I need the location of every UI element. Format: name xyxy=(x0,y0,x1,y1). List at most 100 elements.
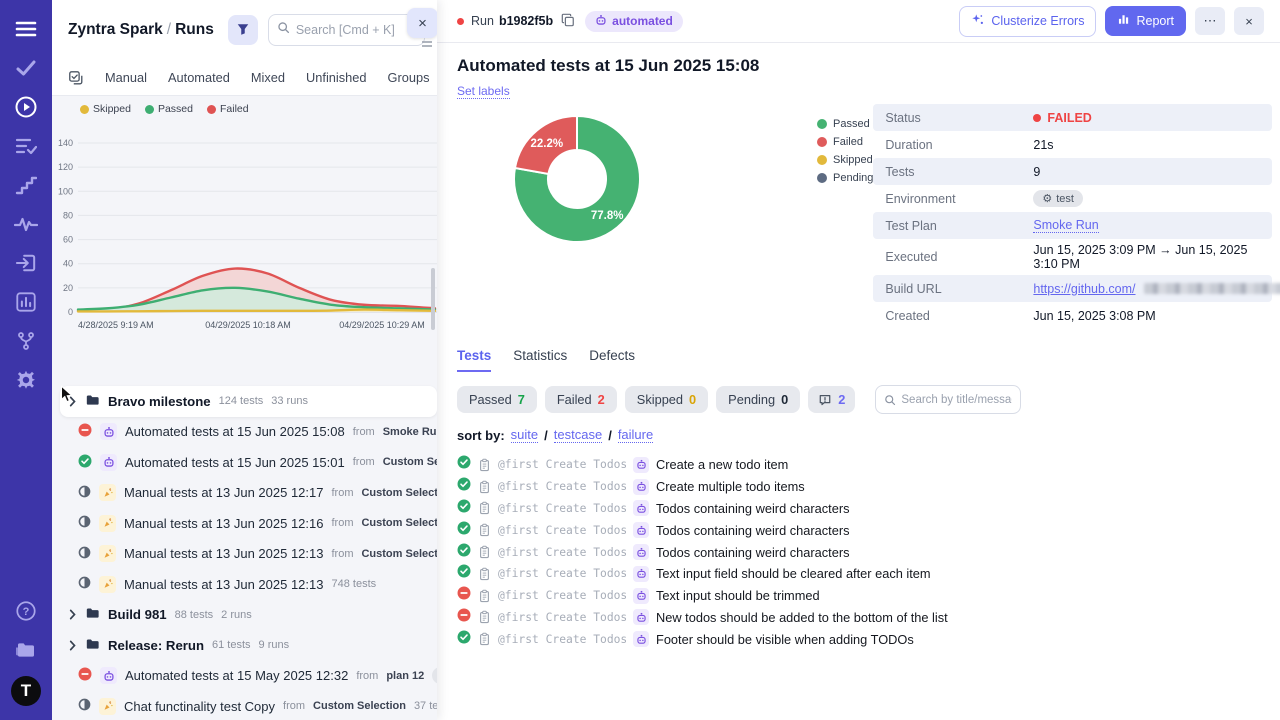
passed-status-icon xyxy=(457,477,471,496)
donut-legend-item-failed[interactable]: Failed xyxy=(817,136,873,148)
sort-by-failure[interactable]: failure xyxy=(618,427,653,443)
tests-search-input[interactable] xyxy=(901,394,1012,406)
svg-text:40: 40 xyxy=(63,259,73,269)
runs-group-row[interactable]: Release: Rerun61 tests9 runs xyxy=(52,630,437,661)
run-row-title: Automated tests at 15 Jun 2025 15:08 xyxy=(125,424,345,439)
detail-row-created: CreatedJun 15, 2025 3:08 PM xyxy=(873,302,1272,329)
donut-legend-item-passed[interactable]: Passed xyxy=(817,118,873,130)
tab-defects[interactable]: Defects xyxy=(589,348,635,372)
run-from-label: from xyxy=(356,670,378,682)
test-row[interactable]: @first Create Todos...New todos should b… xyxy=(457,607,1262,629)
report-button[interactable]: Report xyxy=(1105,6,1186,36)
panel-resize-icon[interactable] xyxy=(422,41,432,47)
set-labels-link[interactable]: Set labels xyxy=(457,84,510,99)
projects-icon[interactable] xyxy=(13,637,39,663)
menu-icon[interactable] xyxy=(13,16,39,42)
chip-label: Skipped xyxy=(637,392,683,407)
sort-by-testcase[interactable]: testcase xyxy=(554,427,602,443)
group-name: Build 981 xyxy=(108,607,167,622)
test-plans-icon[interactable] xyxy=(13,133,39,159)
test-row[interactable]: @first Create Todos...Text input should … xyxy=(457,585,1262,607)
select-runs-icon[interactable] xyxy=(68,70,84,86)
run-status-dot xyxy=(457,18,464,25)
sort-by-suite[interactable]: suite xyxy=(511,427,538,443)
filter-chip-passed[interactable]: Passed7 xyxy=(457,386,537,413)
project-name[interactable]: Zyntra Spark xyxy=(68,21,163,38)
run-row[interactable]: Chat functinality test CopyfromCustom Se… xyxy=(52,691,437,720)
filter-chip-failed[interactable]: Failed2 xyxy=(545,386,617,413)
detail-label: Duration xyxy=(885,138,1033,152)
legend-item-failed[interactable]: Failed xyxy=(207,103,249,115)
filter-button[interactable] xyxy=(228,15,258,45)
tab-tests[interactable]: Tests xyxy=(457,348,491,372)
group-meta: 9 runs xyxy=(259,639,290,651)
run-row[interactable]: Manual tests at 13 Jun 2025 12:13748 tes… xyxy=(52,569,437,600)
confetti-icon xyxy=(99,484,116,501)
build-url-link[interactable]: https://github.com/ xyxy=(1033,282,1135,296)
test-row[interactable]: @first Create Todos...Create a new todo … xyxy=(457,454,1262,476)
runs-tab-manual[interactable]: Manual xyxy=(105,70,147,85)
help-icon[interactable]: ? xyxy=(13,598,39,624)
panel-close-button[interactable]: × xyxy=(407,8,437,38)
runs-group-row[interactable]: Bravo milestone124 tests33 runs xyxy=(60,386,437,417)
run-row[interactable]: Manual tests at 13 Jun 2025 12:13fromCus… xyxy=(52,539,437,570)
test-row[interactable]: @first Create Todos...Todos containing w… xyxy=(457,541,1262,563)
app-logo[interactable]: T xyxy=(11,676,41,706)
run-from-label: from xyxy=(331,487,353,499)
settings-icon[interactable] xyxy=(13,367,39,393)
in-progress-status-icon xyxy=(78,515,91,531)
chip-label: Passed xyxy=(469,392,512,407)
runs-group-row[interactable]: Build 98188 tests2 runs xyxy=(52,600,437,631)
robot-icon xyxy=(633,457,649,473)
run-row[interactable]: Manual tests at 13 Jun 2025 12:17fromCus… xyxy=(52,478,437,509)
environment-badge[interactable]: ⚙test xyxy=(1033,190,1083,207)
branches-icon[interactable] xyxy=(13,328,39,354)
detail-value: Jun 15, 2025 3:08 PM xyxy=(1033,309,1155,323)
scrollbar-thumb[interactable] xyxy=(431,268,435,330)
run-from-value: Custom Selection xyxy=(383,456,437,468)
tab-statistics[interactable]: Statistics xyxy=(513,348,567,372)
runs-tab-mixed[interactable]: Mixed xyxy=(251,70,285,85)
test-row[interactable]: @first Create Todos...Text input field s… xyxy=(457,563,1262,585)
in-progress-status-icon xyxy=(78,546,91,562)
close-run-button[interactable]: × xyxy=(1234,7,1264,35)
run-row[interactable]: Automated tests at 15 May 2025 12:32from… xyxy=(52,661,437,692)
donut-legend-item-skipped[interactable]: Skipped xyxy=(817,154,873,166)
runs-search-input[interactable] xyxy=(296,23,416,37)
run-row[interactable]: Automated tests at 15 Jun 2025 15:08from… xyxy=(52,417,437,448)
runs-tab-automated[interactable]: Automated xyxy=(168,70,230,85)
test-row[interactable]: @first Create Todos...Footer should be v… xyxy=(457,628,1262,650)
donut-legend-item-pending[interactable]: Pending xyxy=(817,172,873,184)
confetti-icon xyxy=(99,576,116,593)
milestones-icon[interactable] xyxy=(13,172,39,198)
copy-run-id-button[interactable] xyxy=(561,13,575,30)
test-plan-link[interactable]: Smoke Run xyxy=(1033,218,1098,233)
run-row[interactable]: Automated tests at 15 Jun 2025 15:01from… xyxy=(52,447,437,478)
legend-item-skipped[interactable]: Skipped xyxy=(80,103,131,115)
run-type-badge[interactable]: automated xyxy=(585,11,683,32)
more-options-button[interactable]: ⋯ xyxy=(1195,7,1225,35)
filter-chip-pending[interactable]: Pending0 xyxy=(716,386,800,413)
legend-dot xyxy=(817,173,827,183)
detail-row-build-url: Build URLhttps://github.com/ xyxy=(873,275,1272,302)
import-icon[interactable] xyxy=(13,250,39,276)
test-row[interactable]: @first Create Todos...Todos containing w… xyxy=(457,519,1262,541)
tests-icon[interactable] xyxy=(13,55,39,81)
runs-tab-groups[interactable]: Groups xyxy=(388,70,430,85)
clipboard-icon xyxy=(478,589,491,603)
runs-tab-unfinished[interactable]: Unfinished xyxy=(306,70,366,85)
legend-item-passed[interactable]: Passed xyxy=(145,103,193,115)
run-row[interactable]: Manual tests at 13 Jun 2025 12:16fromCus… xyxy=(52,508,437,539)
filter-chip-skipped[interactable]: Skipped0 xyxy=(625,386,708,413)
run-detail-panel: Run b1982f5b automated Clusterize Errors… xyxy=(437,0,1280,720)
group-meta: 33 runs xyxy=(271,395,308,407)
activity-icon[interactable] xyxy=(13,211,39,237)
test-title: Todos containing weird characters xyxy=(656,545,849,560)
clusterize-errors-button[interactable]: Clusterize Errors xyxy=(959,6,1096,37)
analytics-icon[interactable] xyxy=(13,289,39,315)
robot-icon xyxy=(633,544,649,560)
comments-filter-chip[interactable]: 2 xyxy=(808,386,855,413)
runs-icon[interactable] xyxy=(13,94,39,120)
test-row[interactable]: @first Create Todos...Create multiple to… xyxy=(457,476,1262,498)
test-row[interactable]: @first Create Todos...Todos containing w… xyxy=(457,498,1262,520)
